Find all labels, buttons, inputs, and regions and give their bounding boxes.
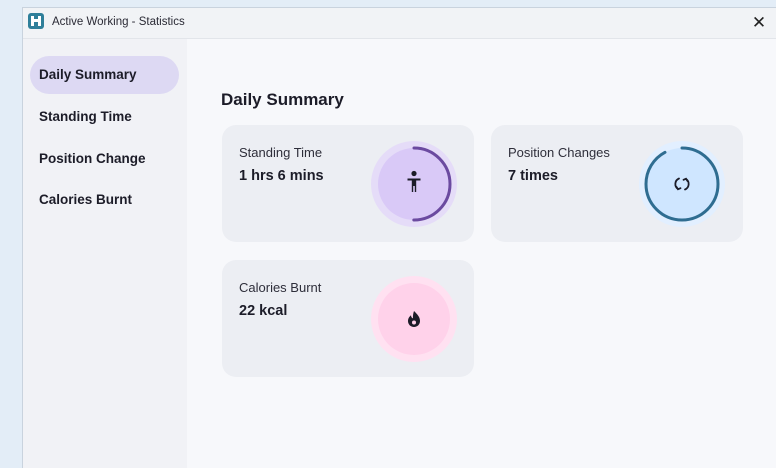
position-changes-card[interactable]: Position Changes 7 times: [491, 125, 743, 242]
card-value: 7 times: [508, 168, 558, 184]
calories-burnt-progress-ring: [371, 276, 457, 362]
card-value: 22 kcal: [239, 303, 288, 319]
sidebar-item-label: Daily Summary: [39, 67, 137, 82]
card-label: Position Changes: [508, 145, 610, 160]
card-label: Calories Burnt: [239, 280, 322, 295]
main-content: Daily Summary Standing Time 1 hrs 6 mins…: [187, 39, 776, 468]
sidebar-item-label: Position Change: [39, 151, 146, 166]
standing-time-card[interactable]: Standing Time 1 hrs 6 mins: [222, 125, 474, 242]
title-bar: Active Working - Statistics ✕: [23, 8, 776, 39]
sidebar-item-calories-burnt[interactable]: Calories Burnt: [30, 181, 179, 219]
sidebar-item-label: Calories Burnt: [39, 192, 133, 207]
page-title: Daily Summary: [221, 90, 344, 109]
sidebar: Daily Summary Standing Time Position Cha…: [23, 39, 187, 468]
window-title: Active Working - Statistics: [52, 16, 185, 28]
app-window: Active Working - Statistics ✕ Daily Summ…: [22, 7, 776, 468]
sidebar-item-position-change[interactable]: Position Change: [30, 140, 179, 178]
card-value: 1 hrs 6 mins: [239, 168, 324, 184]
sidebar-item-daily-summary[interactable]: Daily Summary: [30, 56, 179, 94]
calories-burnt-card[interactable]: Calories Burnt 22 kcal: [222, 260, 474, 377]
card-label: Standing Time: [239, 145, 323, 160]
sidebar-item-standing-time[interactable]: Standing Time: [30, 98, 179, 136]
close-button[interactable]: ✕: [748, 12, 770, 34]
position-changes-progress-ring: [639, 141, 725, 227]
standing-time-progress-ring: [371, 141, 457, 227]
sidebar-item-label: Standing Time: [39, 109, 132, 124]
app-logo-icon: [28, 13, 44, 29]
